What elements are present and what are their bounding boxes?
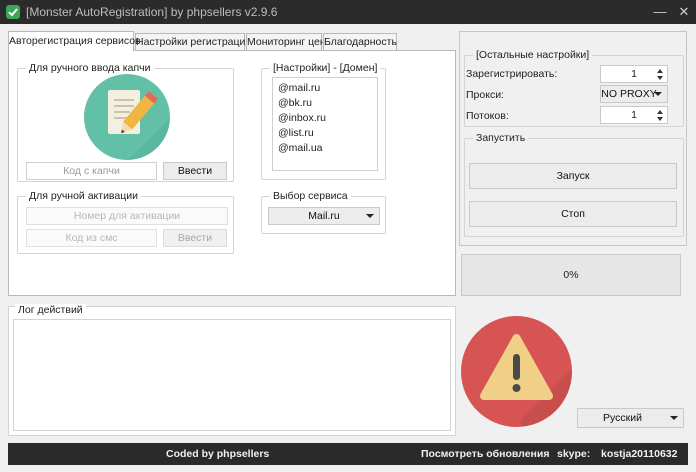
list-item[interactable]: @inbox.ru	[278, 111, 377, 126]
captcha-input[interactable]: Код с капчи	[26, 162, 157, 180]
proxy-label: Прокси:	[466, 89, 504, 101]
language-select-value: Русский	[603, 412, 642, 424]
service-select-value: Mail.ru	[308, 210, 340, 222]
list-item[interactable]: @list.ru	[278, 126, 377, 141]
register-count-value: 1	[631, 68, 637, 80]
captcha-legend: Для ручного ввода капчи	[26, 62, 154, 74]
footer-bar: Coded by phpsellers Посмотреть обновлени…	[8, 443, 688, 465]
window-title: [Monster AutoRegistration] by phpsellers…	[26, 5, 278, 19]
service-select[interactable]: Mail.ru	[268, 207, 380, 225]
proxy-select-value: NO PROXY	[601, 88, 657, 100]
captcha-submit-button[interactable]: Ввести	[163, 162, 227, 180]
activation-number-input[interactable]: Номер для активации	[26, 207, 228, 225]
threads-value: 1	[631, 109, 637, 121]
progress-bar: 0%	[461, 254, 681, 296]
chevron-down-icon	[670, 416, 678, 420]
start-button[interactable]: Запуск	[469, 163, 677, 189]
tab-thanks[interactable]: Благодарность	[323, 33, 397, 50]
close-button[interactable]: ✕	[672, 0, 696, 24]
list-item[interactable]: @bk.ru	[278, 96, 377, 111]
right-settings-panel: [Остальные настройки] Зарегистрировать: …	[459, 31, 687, 246]
pencil-paper-icon	[84, 74, 170, 160]
list-item[interactable]: @mail.ru	[278, 81, 377, 96]
domain-list[interactable]: @mail.ru @bk.ru @inbox.ru @list.ru @mail…	[272, 77, 378, 171]
chevron-down-icon	[366, 214, 374, 218]
activation-legend: Для ручной активации	[26, 190, 141, 202]
domain-legend: [Настройки] - [Домен]	[270, 62, 381, 74]
progress-label: 0%	[563, 269, 579, 281]
launch-legend: Запустить	[473, 132, 529, 144]
skype-label: skype:	[557, 448, 591, 460]
service-legend: Выбор сервиса	[270, 190, 351, 202]
list-item[interactable]: @mail.ua	[278, 141, 377, 156]
log-textarea[interactable]	[13, 319, 451, 431]
title-bar: [Monster AutoRegistration] by phpsellers…	[0, 0, 696, 24]
skype-value: kostja20110632	[601, 448, 678, 460]
tab-price-monitoring[interactable]: Мониторинг цен	[246, 33, 326, 50]
app-check-icon	[6, 5, 20, 19]
activation-submit-button[interactable]: Ввести	[163, 229, 227, 247]
other-settings-legend: [Остальные настройки]	[473, 49, 593, 61]
threads-label: Потоков:	[466, 110, 509, 122]
tab-autoregistration[interactable]: Авторегистрация сервисов	[8, 31, 141, 51]
warning-triangle-icon	[461, 316, 572, 427]
log-legend: Лог действий	[15, 304, 86, 316]
arrow-up-icon[interactable]	[657, 69, 663, 73]
register-count-stepper[interactable]: 1	[600, 65, 668, 83]
sms-code-input[interactable]: Код из смс	[26, 229, 157, 247]
arrow-up-icon[interactable]	[657, 110, 663, 114]
threads-stepper[interactable]: 1	[600, 106, 668, 124]
stop-button[interactable]: Стоп	[469, 201, 677, 227]
chevron-down-icon	[654, 92, 662, 96]
minimize-button[interactable]: —	[648, 0, 672, 24]
tab-registration-settings[interactable]: Настройки регистрации	[135, 33, 251, 50]
proxy-select[interactable]: NO PROXY	[600, 85, 668, 103]
log-panel: Лог действий	[8, 304, 456, 436]
language-select[interactable]: Русский	[577, 408, 684, 428]
arrow-down-icon[interactable]	[657, 76, 663, 80]
check-updates-link[interactable]: Посмотреть обновления	[421, 448, 549, 460]
register-label: Зарегистрировать:	[466, 68, 558, 80]
arrow-down-icon[interactable]	[657, 117, 663, 121]
coded-by-text: Coded by phpsellers	[166, 448, 270, 460]
